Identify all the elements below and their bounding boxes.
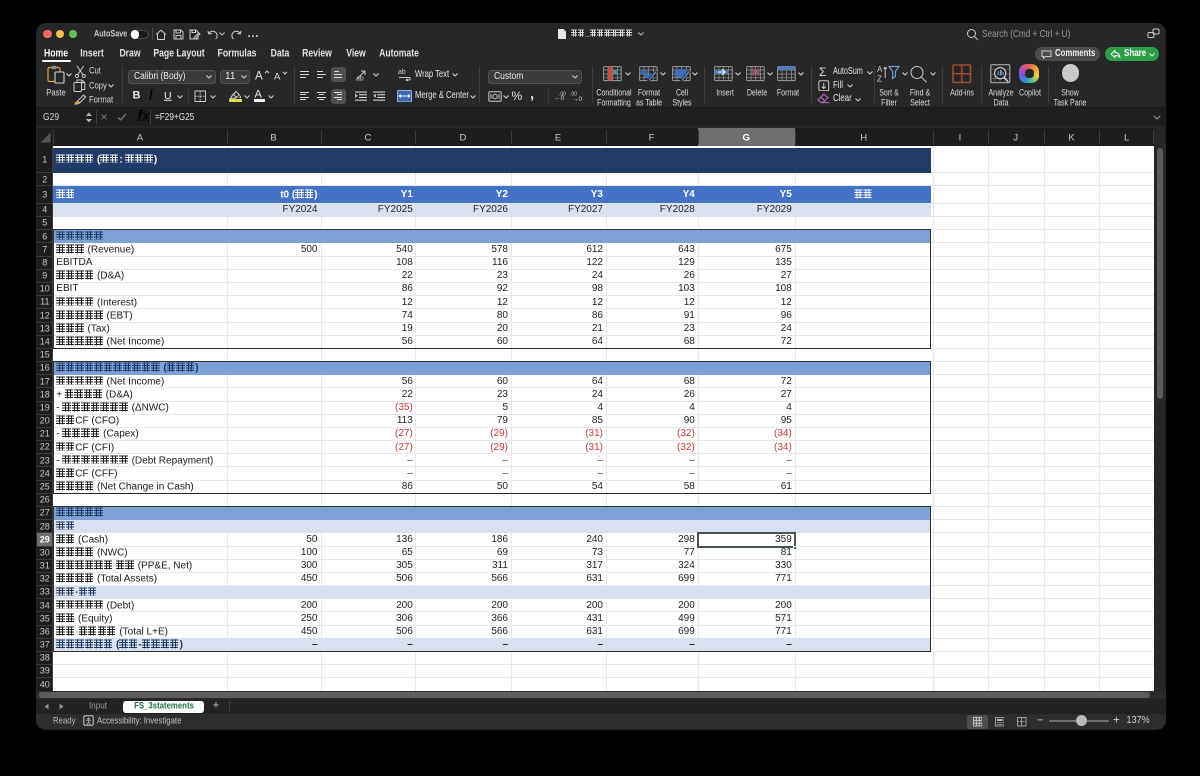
svg-text:Z: Z — [876, 75, 881, 84]
svg-text:ab: ab — [398, 69, 406, 76]
svg-text:.00: .00 — [558, 92, 565, 98]
svg-text:ab: ab — [355, 75, 363, 81]
svg-text:→0: →0 — [572, 96, 583, 102]
svg-text:A: A — [876, 65, 882, 74]
